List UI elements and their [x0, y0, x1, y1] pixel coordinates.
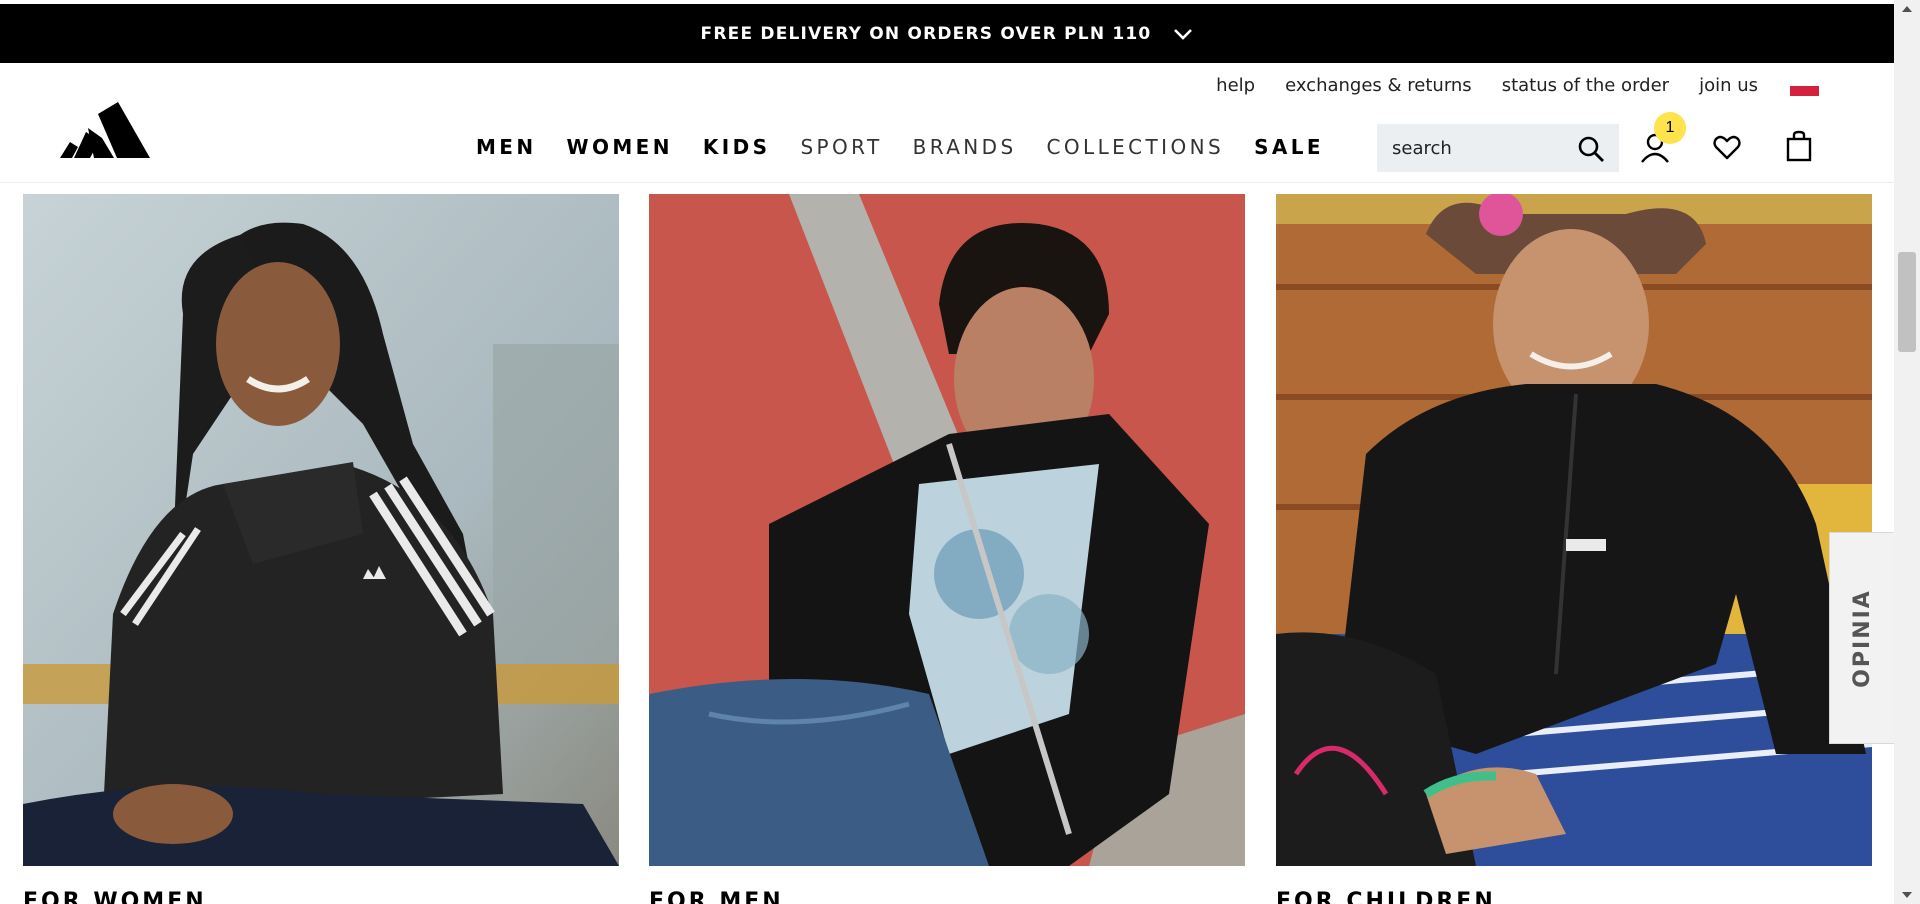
search-icon[interactable] — [1577, 135, 1605, 163]
heart-icon[interactable] — [1710, 131, 1744, 165]
card-men-caption[interactable]: FOR MEN — [649, 889, 784, 904]
utility-links: help exchanges & returns status of the o… — [1186, 75, 1894, 96]
card-women-caption[interactable]: FOR WOMEN — [23, 889, 207, 904]
help-link[interactable]: help — [1216, 75, 1255, 96]
nav-item-men[interactable]: MEN — [476, 135, 537, 159]
order-status-link[interactable]: status of the order — [1502, 75, 1669, 96]
adidas-logo[interactable] — [60, 101, 150, 159]
search-input[interactable] — [1392, 137, 1567, 159]
scroll-up-arrow-icon[interactable] — [1894, 0, 1920, 18]
exchanges-returns-link[interactable]: exchanges & returns — [1285, 75, 1472, 96]
nav-item-collections[interactable]: COLLECTIONS — [1047, 135, 1225, 159]
site-header: help exchanges & returns status of the o… — [0, 63, 1894, 183]
nav-item-brands[interactable]: BRANDS — [913, 135, 1017, 159]
scrollbar[interactable] — [1894, 0, 1920, 904]
card-children-image[interactable] — [1276, 194, 1872, 866]
card-men-image[interactable] — [649, 194, 1245, 866]
scrollbar-thumb[interactable] — [1898, 252, 1916, 352]
nav-item-kids[interactable]: KIDS — [703, 135, 771, 159]
card-women-image[interactable] — [23, 194, 619, 866]
promo-bar[interactable]: FREE DELIVERY ON ORDERS OVER PLN 110 — [0, 4, 1894, 63]
cart-count-badge: 1 — [1654, 112, 1686, 144]
card-children-caption[interactable]: FOR CHILDREN — [1276, 889, 1496, 904]
main-nav: MEN WOMEN KIDS SPORT BRANDS COLLECTIONS … — [476, 135, 1354, 159]
chevron-down-icon[interactable] — [1173, 24, 1193, 44]
nav-item-women[interactable]: WOMEN — [567, 135, 673, 159]
promo-text: FREE DELIVERY ON ORDERS OVER PLN 110 — [700, 23, 1152, 44]
feedback-tab[interactable]: OPINIA — [1829, 532, 1894, 744]
feedback-label: OPINIA — [1849, 588, 1875, 688]
nav-item-sale[interactable]: SALE — [1254, 135, 1324, 159]
bag-icon[interactable] — [1782, 129, 1816, 163]
join-us-link[interactable]: join us — [1699, 75, 1758, 96]
search-box — [1377, 124, 1619, 172]
scroll-down-arrow-icon[interactable] — [1894, 886, 1920, 904]
nav-item-sport[interactable]: SPORT — [800, 135, 882, 159]
poland-flag-icon[interactable] — [1790, 75, 1819, 96]
